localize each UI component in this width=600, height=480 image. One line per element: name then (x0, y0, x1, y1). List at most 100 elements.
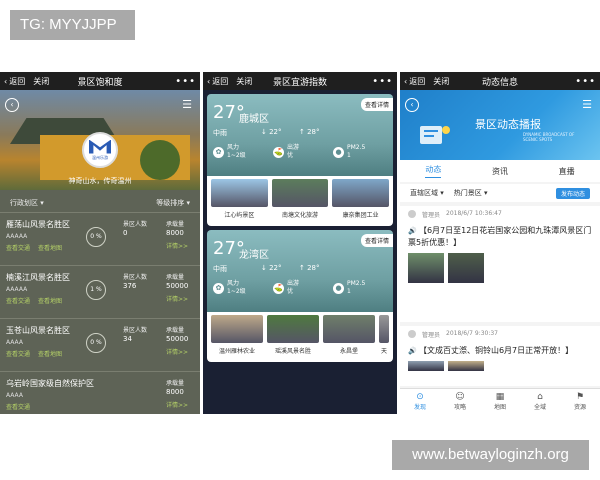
filter-bar: 直辖区域 ▾ 热门景区 ▾ 发布动态 (400, 184, 600, 202)
list-item[interactable]: 玉苍山风景名胜区 AAAA 查看交通 查看地图 0 % 景区人数 34 承载量 50000 详情>… (0, 318, 200, 371)
home-icon: ⌂ (537, 392, 543, 402)
spot-link[interactable]: 查看地图 (38, 349, 62, 358)
weather-text: 中雨 (213, 265, 227, 273)
close-button[interactable]: 关闭 (236, 76, 252, 87)
spot-thumb[interactable]: 康奈集团工业 (332, 179, 390, 226)
more-icon[interactable]: ••• (175, 76, 196, 87)
nav-label: 资源 (573, 404, 586, 411)
back-button[interactable]: ‹ 返回 (207, 76, 228, 87)
phone-index: ‹返回 关闭 景区宜游指数 ••• ‹ ☰ 查看详情27°鹿城区中雨↓ 22°↑… (203, 72, 397, 414)
watermark: www.betwayloginzh.org (392, 440, 589, 470)
post-image[interactable] (448, 253, 484, 283)
tab-bar: 动态 资讯 直播 (400, 160, 600, 182)
wind-icon: ✿ (213, 146, 224, 158)
post-images (408, 361, 592, 371)
spot-image (271, 179, 329, 207)
spot-thumb[interactable]: 南塘文化旅游 (271, 179, 329, 226)
spot-thumb[interactable]: 天 (379, 315, 389, 362)
stat-value: 优 (287, 152, 294, 159)
news-post[interactable]: 管理员 2018/6/7 10:36:47 🔊 【6月7日至12日花岩国家公园和九珠… (400, 206, 600, 322)
detail-link[interactable]: 详情>> (166, 400, 188, 409)
tab-1[interactable]: 资讯 (492, 166, 508, 177)
stat-label: PM2.5 (347, 280, 366, 287)
logo: 温州乐游 (82, 132, 118, 168)
spot-link[interactable]: 查看交通 (6, 243, 30, 252)
spot-link[interactable]: 查看交通 (6, 402, 30, 411)
menu-icon[interactable]: ☰ (580, 99, 594, 111)
stat-label: PM2.5 (347, 144, 366, 151)
post-image[interactable] (408, 361, 444, 371)
spot-thumb[interactable]: 瑶溪风景名胜 (267, 315, 319, 362)
region-filter[interactable]: 直辖区域 ▾ (410, 188, 444, 198)
capacity-value: 50000 (166, 335, 189, 343)
chevron-left-icon: ‹ (404, 76, 408, 86)
stat-value: 1 (347, 288, 351, 295)
nav-item-1[interactable]: ☺ 攻略 (454, 392, 466, 411)
phone-saturation: ‹ 返回 关闭 景区饱和度 ••• ‹ ☰ 温州乐游 神奇山水，传奇温州 行政划区… (0, 72, 200, 414)
hot-spot-filter[interactable]: 热门景区 ▾ (454, 188, 488, 198)
close-button[interactable]: 关闭 (433, 76, 449, 87)
post-image[interactable] (448, 361, 484, 371)
spot-link[interactable]: 查看地图 (38, 296, 62, 305)
stat-value: 1~2级 (227, 152, 246, 159)
nav-label: 发现 (413, 404, 426, 411)
list-item[interactable]: 乌岩岭国家级自然保护区 AAAA 查看交通 承载量 8000 详情>> (0, 371, 200, 414)
spot-image (211, 315, 263, 343)
weather-card: 查看详情 27° 龙湾区 中雨 ↓ 22° ↑ 28° ✿ 风力 1~2级 ⛳ 出游优 ● PM2.5 1… (207, 230, 393, 362)
post-image[interactable] (408, 253, 444, 283)
spot-link[interactable]: 查看交通 (6, 349, 30, 358)
menu-icon[interactable]: ☰ (180, 99, 194, 111)
content-area: ‹ ☰ 查看详情27°鹿城区中雨↓ 22°↑ 28°✿风力1~2级⛳出游优●PM… (203, 90, 397, 414)
weather-stat: ⛳ 出游优 (273, 144, 299, 160)
stat-label: 风力 (227, 280, 240, 287)
news-post[interactable]: 管理员 2018/6/7 9:30:37 🔊 【文成百丈漈、铜铃山6月7日正常开放！… (400, 326, 600, 386)
list-item[interactable]: 楠溪江风景名胜区 AAAAA 查看交通 查看地图 1 % 景区人数 376 承载量 50000 详… (0, 265, 200, 318)
list-item[interactable]: 雁荡山风景名胜区 AAAAA 查看交通 查看地图 0 % 景区人数 0 承载量 8000 详情>> (0, 212, 200, 265)
top-bar: ‹ 返回 关闭 景区饱和度 ••• (0, 72, 200, 90)
back-circle-icon[interactable]: ‹ (5, 98, 19, 112)
nav-item-4[interactable]: ⚑ 资源 (574, 392, 586, 411)
spot-thumb[interactable]: 温州雁林农业 (211, 315, 263, 362)
view-detail-button[interactable]: 查看详情 (360, 234, 393, 247)
detail-link[interactable]: 详情>> (166, 347, 188, 356)
more-icon[interactable]: ••• (575, 76, 596, 87)
more-icon[interactable]: ••• (372, 76, 393, 87)
phone-news: ‹ 返回 关闭 动态信息 ••• ‹ ☰ 景区动态播报 DYNAMIC BROAD… (400, 72, 600, 414)
flag-icon: ⚑ (575, 392, 585, 402)
post-meta: 管理员 2018/6/7 10:36:47 (408, 210, 592, 219)
stat-label: 出游 (287, 144, 300, 151)
trip-icon: ⛳ (273, 146, 284, 158)
weather-stat: ⛳ 出游优 (273, 280, 299, 296)
nav-label: 地图 (493, 404, 506, 411)
nav-item-2[interactable]: ▦ 地图 (494, 392, 506, 411)
spot-thumb[interactable]: 江心屿景区 (211, 179, 268, 226)
level-sort[interactable]: 等级排序 ▾ (156, 198, 190, 208)
stat-value: 优 (287, 288, 294, 295)
nav-item-3[interactable]: ⌂ 全域 (534, 392, 546, 411)
post-text: 【6月7日至12日花岩国家公园和九珠潭风景区门票5折优惠！】 (408, 226, 592, 247)
back-button[interactable]: ‹ 返回 (4, 76, 25, 87)
close-button[interactable]: 关闭 (33, 76, 49, 87)
stat-value: 1 (347, 152, 351, 159)
low-temp: ↓ 22° (261, 128, 282, 136)
page-title: 景区饱和度 (77, 77, 123, 88)
spot-label: 永昌堡 (339, 348, 358, 355)
capacity-value: 50000 (166, 282, 189, 290)
avatar (408, 330, 416, 338)
view-detail-button[interactable]: 查看详情 (360, 98, 393, 111)
detail-link[interactable]: 详情>> (166, 241, 188, 250)
nav-label: 攻略 (453, 404, 466, 411)
stat-label: 风力 (227, 144, 240, 151)
spot-thumb[interactable]: 永昌堡 (323, 315, 375, 362)
nav-item-0[interactable]: ⊙ 发现 (414, 392, 426, 411)
back-circle-icon[interactable]: ‹ (405, 98, 419, 112)
detail-link[interactable]: 详情>> (166, 294, 188, 303)
back-button[interactable]: ‹ 返回 (404, 76, 425, 87)
tab-2[interactable]: 直播 (559, 166, 575, 177)
spot-link[interactable]: 查看交通 (6, 296, 30, 305)
region-filter[interactable]: 行政划区 ▾ (10, 198, 44, 208)
publish-button[interactable]: 发布动态 (555, 187, 590, 199)
district-name: 鹿城区 (239, 114, 269, 125)
tab-0[interactable]: 动态 (425, 164, 442, 178)
spot-link[interactable]: 查看地图 (38, 243, 62, 252)
